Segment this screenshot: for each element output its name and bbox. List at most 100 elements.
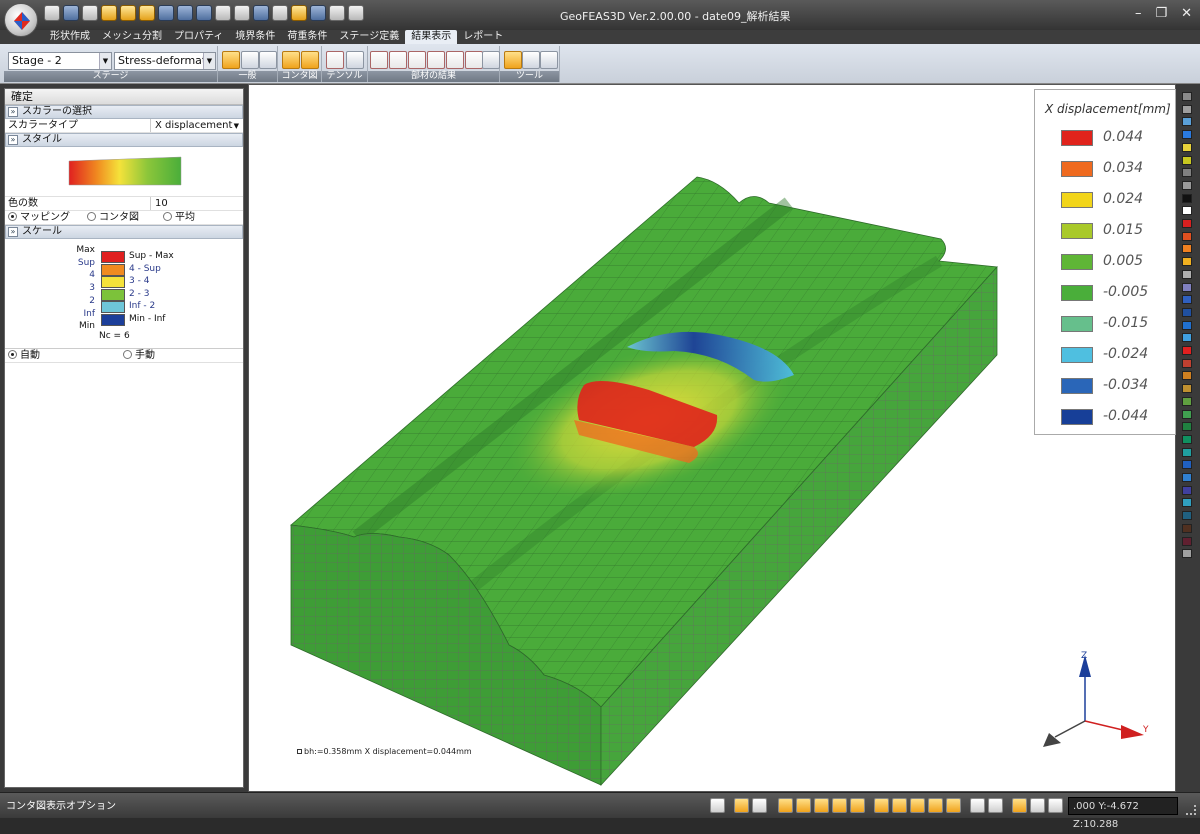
- palette-color-swatch[interactable]: [1182, 447, 1192, 457]
- section-style[interactable]: » スタイル: [5, 133, 243, 147]
- snap-face-icon[interactable]: [850, 798, 865, 813]
- radio-auto[interactable]: 自動: [8, 349, 40, 363]
- tool-export-icon[interactable]: [504, 51, 522, 69]
- palette-color-swatch[interactable]: [1182, 523, 1192, 533]
- palette-color-swatch[interactable]: [1182, 422, 1192, 432]
- palette-color-swatch[interactable]: [1182, 460, 1192, 470]
- palette-color-swatch[interactable]: [1182, 104, 1192, 114]
- palette-color-swatch[interactable]: [1182, 257, 1192, 267]
- palette-color-swatch[interactable]: [1182, 155, 1192, 165]
- snap-point-icon[interactable]: [778, 798, 793, 813]
- radio-contour-indicator[interactable]: [87, 212, 96, 221]
- member-n-icon[interactable]: [370, 51, 388, 69]
- radio-manual[interactable]: 手動: [123, 349, 155, 363]
- ribbon-tab[interactable]: レポート: [457, 30, 509, 44]
- member-v-icon[interactable]: [389, 51, 407, 69]
- view-axis-icon[interactable]: [196, 5, 212, 21]
- help-icon[interactable]: [540, 51, 558, 69]
- tensor-icon[interactable]: [326, 51, 344, 69]
- ribbon-tab[interactable]: 結果表示: [405, 30, 458, 44]
- stage-select[interactable]: Stage - 2 ▼: [8, 52, 112, 70]
- ribbon-tab[interactable]: 荷重条件: [281, 30, 333, 44]
- palette-color-swatch[interactable]: [1182, 358, 1192, 368]
- surface-display-icon[interactable]: [928, 798, 943, 813]
- application-button[interactable]: [4, 3, 38, 37]
- palette-color-swatch[interactable]: [1182, 307, 1192, 317]
- result-type-select[interactable]: Stress-deformatio ▼: [114, 52, 216, 70]
- collapse-icon[interactable]: »: [8, 227, 18, 237]
- ribbon-tab[interactable]: 形状作成: [44, 30, 96, 44]
- palette-color-swatch[interactable]: [1182, 92, 1192, 101]
- snap-line-icon[interactable]: [796, 798, 811, 813]
- node-display-icon[interactable]: [874, 798, 889, 813]
- general-display-icon[interactable]: [222, 51, 240, 69]
- undo-view-icon[interactable]: [310, 5, 326, 21]
- radio-average-indicator[interactable]: [163, 212, 172, 221]
- grid-toggle-icon[interactable]: [710, 798, 725, 813]
- info-icon[interactable]: [522, 51, 540, 69]
- radio-auto-indicator[interactable]: [8, 350, 17, 359]
- snap-mid-icon[interactable]: [814, 798, 829, 813]
- palette-color-swatch[interactable]: [1182, 549, 1192, 559]
- palette-color-swatch[interactable]: [1182, 536, 1192, 546]
- select-arrow2-icon[interactable]: [348, 5, 364, 21]
- radio-contour[interactable]: コンタ図: [87, 211, 139, 225]
- palette-color-swatch[interactable]: [1182, 117, 1192, 127]
- palette-color-swatch[interactable]: [1182, 193, 1192, 203]
- palette-color-swatch[interactable]: [1182, 498, 1192, 508]
- ribbon-tab[interactable]: 境界条件: [229, 30, 281, 44]
- palette-color-swatch[interactable]: [1182, 384, 1192, 394]
- view-front-icon[interactable]: [1012, 798, 1027, 813]
- palette-color-swatch[interactable]: [1182, 231, 1192, 241]
- palette-color-swatch[interactable]: [1182, 142, 1192, 152]
- tensor-option-icon[interactable]: [346, 51, 364, 69]
- palette-color-swatch[interactable]: [1182, 346, 1192, 355]
- print-preview-icon[interactable]: [970, 798, 985, 813]
- resize-grip-icon[interactable]: [1186, 805, 1196, 815]
- zoom-in-icon[interactable]: [253, 5, 269, 21]
- print-icon[interactable]: [234, 5, 250, 21]
- export-icon[interactable]: [82, 5, 98, 21]
- general-edit-icon[interactable]: [259, 51, 277, 69]
- view-rotate-icon[interactable]: [177, 5, 193, 21]
- palette-color-swatch[interactable]: [1182, 282, 1192, 292]
- view-cube-icon[interactable]: [158, 5, 174, 21]
- palette-color-swatch[interactable]: [1182, 130, 1192, 140]
- palette-color-swatch[interactable]: [1182, 396, 1192, 406]
- zoom-window-icon[interactable]: [272, 5, 288, 21]
- palette-color-swatch[interactable]: [1182, 485, 1192, 495]
- ribbon-tab[interactable]: ステージ定義: [333, 30, 405, 44]
- view-top-icon[interactable]: [1048, 798, 1063, 813]
- mesh-display-icon[interactable]: [910, 798, 925, 813]
- member-my-icon[interactable]: [446, 51, 464, 69]
- palette-color-swatch[interactable]: [1182, 168, 1192, 178]
- palette-color-swatch[interactable]: [1182, 371, 1192, 381]
- palette-color-swatch[interactable]: [1182, 473, 1192, 482]
- color-count-input[interactable]: 10: [150, 197, 243, 210]
- save-icon[interactable]: [63, 5, 79, 21]
- camera-icon[interactable]: [215, 5, 231, 21]
- page-setup-icon[interactable]: [988, 798, 1003, 813]
- section-scale[interactable]: » スケール: [5, 225, 243, 239]
- palette-color-swatch[interactable]: [1182, 206, 1192, 216]
- scalar-type-select[interactable]: X displacement ▼: [150, 119, 243, 132]
- view-side-icon[interactable]: [1030, 798, 1045, 813]
- select-arrow-icon[interactable]: [329, 5, 345, 21]
- palette-color-swatch[interactable]: [1182, 180, 1192, 190]
- element-display-icon[interactable]: [892, 798, 907, 813]
- contour-map-icon[interactable]: [282, 51, 300, 69]
- section-scalar-select[interactable]: » スカラーの選択: [5, 105, 243, 119]
- model-viewport[interactable]: Z Y bh:=0.358mm X displacement=0.044mm X…: [248, 84, 1176, 792]
- palette-color-swatch[interactable]: [1182, 511, 1192, 521]
- collapse-icon[interactable]: »: [8, 135, 18, 145]
- ribbon-tab[interactable]: プロパティ: [168, 30, 229, 44]
- minimize-button[interactable]: –: [1135, 6, 1142, 21]
- member-option-icon[interactable]: [482, 51, 500, 69]
- palette-color-swatch[interactable]: [1182, 333, 1192, 343]
- restore-button[interactable]: ❐: [1155, 6, 1167, 21]
- general-scale-icon[interactable]: [241, 51, 259, 69]
- palette-color-swatch[interactable]: [1182, 244, 1192, 254]
- palette-color-swatch[interactable]: [1182, 409, 1192, 419]
- member-mz-icon[interactable]: [465, 51, 483, 69]
- solid-display-icon[interactable]: [946, 798, 961, 813]
